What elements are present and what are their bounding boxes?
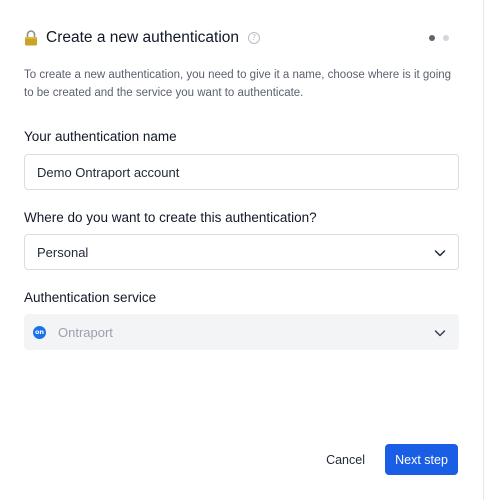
- chevron-down-icon: [434, 330, 446, 337]
- authentication-name-value: Demo Ontraport account: [37, 164, 180, 180]
- step-indicator: [429, 35, 449, 41]
- name-label: Your authentication name: [24, 129, 177, 144]
- service-selected-value: Ontraport: [58, 324, 113, 340]
- dialog-footer: Cancel Next step: [326, 444, 458, 475]
- step-dot-1: [429, 35, 435, 41]
- service-label: Authentication service: [24, 290, 157, 305]
- lock-icon: [25, 30, 37, 46]
- create-authentication-dialog: Create a new authentication ? To create …: [0, 0, 484, 500]
- dialog-title: Create a new authentication: [46, 29, 240, 46]
- question-circle-icon[interactable]: ?: [248, 32, 261, 44]
- chevron-down-icon: [434, 250, 446, 257]
- cancel-button[interactable]: Cancel: [326, 453, 365, 467]
- next-step-button[interactable]: Next step: [385, 444, 458, 475]
- dialog-description: To create a new authentication, you need…: [24, 69, 452, 99]
- authentication-name-input[interactable]: Demo Ontraport account: [24, 154, 459, 190]
- dialog-header: Create a new authentication ?: [24, 27, 459, 49]
- location-label: Where do you want to create this authent…: [24, 210, 317, 225]
- location-selected-value: Personal: [37, 244, 89, 260]
- location-select[interactable]: Personal: [24, 234, 459, 270]
- service-select: on Ontraport: [24, 314, 459, 350]
- step-dot-2: [443, 35, 449, 41]
- ontraport-logo-icon: on: [33, 325, 46, 339]
